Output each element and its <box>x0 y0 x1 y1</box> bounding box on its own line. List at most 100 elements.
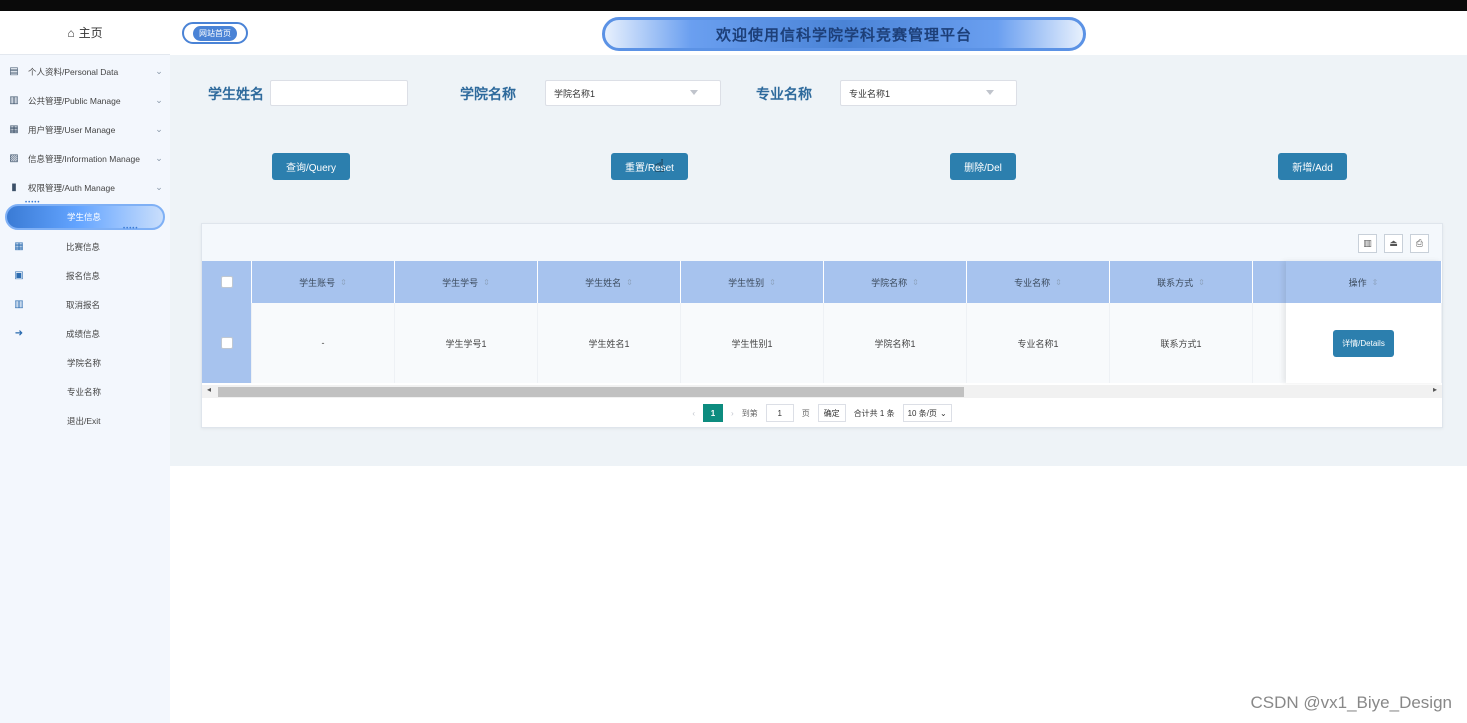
column-header[interactable]: 学生性别 ⇕ <box>681 261 824 303</box>
row-select-cell <box>202 303 252 383</box>
delete-button[interactable]: 删除/Del <box>950 153 1016 180</box>
page-title-banner: 欢迎使用信科学院学科竞赛管理平台 <box>602 17 1086 51</box>
column-header-operation[interactable]: 操作 ⇕ <box>1286 261 1442 303</box>
dropdown-arrow-icon <box>986 90 994 95</box>
college-label: 学院名称 <box>460 86 516 102</box>
decor-dots: ••••• <box>25 200 41 206</box>
sidebar-item-competition-info[interactable]: ▦ 比赛信息 <box>0 232 170 261</box>
table-cell: 学生性别1 <box>681 303 824 383</box>
calendar-icon: ▦ <box>14 241 24 252</box>
sidebar-item-major-name[interactable]: 专业名称 <box>0 377 170 406</box>
chevron-down-icon: ⌄ <box>155 153 163 163</box>
column-header[interactable]: 学生账号 ⇕ <box>252 261 395 303</box>
sidebar-home[interactable]: ⌂ 主页 <box>0 11 170 55</box>
column-header[interactable]: 联系方式 ⇕ <box>1110 261 1253 303</box>
table-cell: 专业名称1 <box>967 303 1110 383</box>
sidebar-group-auth-manage[interactable]: ▮ 权限管理/Auth Manage ⌄ <box>0 173 170 202</box>
sidebar-home-label: 主页 <box>78 26 103 40</box>
columns-icon[interactable]: ▥ <box>1358 234 1377 253</box>
sidebar-item-college-name[interactable]: 学院名称 <box>0 348 170 377</box>
chevron-down-icon: ⌄ <box>155 95 163 105</box>
table-cell: - <box>252 303 395 383</box>
table-header: 学生账号 ⇕ 学生学号 ⇕ 学生姓名 ⇕ 学生性别 ⇕ 学院名称 ⇕ 专业名称 ⇕ 联系方式… <box>202 261 1442 303</box>
column-header[interactable]: 学生姓名 ⇕ <box>538 261 681 303</box>
column-header[interactable]: 学院名称 ⇕ <box>824 261 967 303</box>
book-icon: ▥ <box>14 299 24 310</box>
sidebar-group-information-manage[interactable]: ▨ 信息管理/Information Manage ⌄ <box>0 144 170 173</box>
page-size-select[interactable]: 10 条/页 ⌄ <box>902 404 952 422</box>
select-all-cell <box>202 261 252 303</box>
decor-dots: ••••• <box>123 226 139 232</box>
sidebar-group-public-manage[interactable]: ▥ 公共管理/Public Manage ⌄ <box>0 86 170 115</box>
scrollbar-thumb[interactable] <box>218 387 964 397</box>
export-icon[interactable]: ⏏ <box>1384 234 1403 253</box>
sidebar-item-cancel-registration[interactable]: ▥ 取消报名 <box>0 290 170 319</box>
chevron-down-icon: ⌄ <box>939 408 947 418</box>
goto-page-input[interactable]: 1 <box>765 404 794 422</box>
sort-icon: ⇕ <box>340 277 347 287</box>
calendar-check-icon: ▣ <box>14 270 24 281</box>
window-top-bar <box>0 0 1467 11</box>
operation-column: 操作 ⇕ 详情/Details <box>1286 261 1442 383</box>
page-unit-label: 页 <box>801 408 810 418</box>
chevron-down-icon: ⌄ <box>155 124 163 134</box>
sidebar: ⌂ 主页 ▤ 个人资料/Personal Data ⌄ ▥ 公共管理/Publi… <box>0 11 170 723</box>
sidebar-item-registration-info[interactable]: ▣ 报名信息 <box>0 261 170 290</box>
add-button[interactable]: 新增/Add <box>1278 153 1347 180</box>
student-name-label: 学生姓名 <box>208 86 264 102</box>
details-button[interactable]: 详情/Details <box>1333 329 1394 357</box>
page-number-current[interactable]: 1 <box>703 404 724 422</box>
query-button[interactable]: 查询/Query <box>272 153 350 180</box>
total-count: 合计共 1 条 <box>853 408 895 418</box>
sidebar-item-score-info[interactable]: ➜ 成绩信息 <box>0 319 170 348</box>
column-header[interactable]: 专业名称 ⇕ <box>967 261 1110 303</box>
dropdown-arrow-icon <box>690 90 698 95</box>
sort-icon: ⇕ <box>912 277 919 287</box>
sort-icon: ⇕ <box>769 277 776 287</box>
sort-icon: ⇕ <box>1371 277 1379 287</box>
header: 网站首页 欢迎使用信科学院学科竞赛管理平台 <box>170 11 1467 55</box>
table-card: ▥ ⏏ ⎙ 学生账号 ⇕ 学生学号 ⇕ 学生姓名 ⇕ 学生性别 ⇕ 学院名称 ⇕ 专业名称… <box>201 223 1443 428</box>
mouse-cursor-icon: ☝ <box>654 156 665 176</box>
scroll-left-icon[interactable]: ◂ <box>207 385 211 394</box>
goto-confirm-button[interactable]: 确定 <box>817 404 846 422</box>
main-content: 学生姓名 学院名称 学院名称1 专业名称 专业名称1 查询/Query 重置/R… <box>170 55 1467 466</box>
document-icon: ▤ <box>9 66 19 77</box>
college-select[interactable]: 学院名称1 <box>545 80 721 106</box>
sort-icon: ⇕ <box>1198 277 1205 287</box>
bookmark-icon: ▮ <box>11 182 17 193</box>
student-name-input[interactable] <box>270 80 408 106</box>
pagination: ‹ 1 › 到第 1 页 确定 合计共 1 条 10 条/页 ⌄ <box>202 402 1442 424</box>
clipboard-icon: ▥ <box>9 95 19 106</box>
select-all-checkbox[interactable] <box>220 276 233 288</box>
goto-label: 到第 <box>741 408 758 418</box>
prev-page-icon[interactable]: ‹ <box>692 409 695 418</box>
major-select[interactable]: 专业名称1 <box>840 80 1017 106</box>
sidebar-group-user-manage[interactable]: ▦ 用户管理/User Manage ⌄ <box>0 115 170 144</box>
table-cell: 学生姓名1 <box>538 303 681 383</box>
major-label: 专业名称 <box>756 86 812 102</box>
sort-icon: ⇕ <box>626 277 633 287</box>
print-icon[interactable]: ⎙ <box>1410 234 1429 253</box>
table-cell: 学生学号1 <box>395 303 538 383</box>
logout-arrow-icon: ➜ <box>14 328 24 339</box>
scroll-right-icon[interactable]: ▸ <box>1433 385 1437 394</box>
site-home-link[interactable]: 网站首页 <box>182 22 248 44</box>
sort-icon: ⇕ <box>1055 277 1062 287</box>
table-row: - 学生学号1 学生姓名1 学生性别1 学院名称1 专业名称1 联系方式1 <box>202 303 1442 383</box>
watermark: CSDN @vx1_Biye_Design <box>1250 693 1452 712</box>
chevron-down-icon: ⌄ <box>155 182 163 192</box>
table-cell: 学院名称1 <box>824 303 967 383</box>
next-page-icon[interactable]: › <box>731 409 734 418</box>
horizontal-scrollbar[interactable]: ◂ ▸ <box>202 385 1442 398</box>
row-checkbox[interactable] <box>220 337 233 349</box>
sidebar-group-personal-data[interactable]: ▤ 个人资料/Personal Data ⌄ <box>0 57 170 86</box>
chevron-down-icon: ⌄ <box>155 66 163 76</box>
reset-button[interactable]: 重置/Reset <box>611 153 688 180</box>
operation-cell: 详情/Details <box>1286 303 1442 383</box>
column-header[interactable]: 学生学号 ⇕ <box>395 261 538 303</box>
sidebar-item-student-info[interactable]: ••••• 学生信息 ••••• <box>5 200 165 232</box>
sidebar-item-exit[interactable]: 退出/Exit <box>0 406 170 435</box>
page-title: 欢迎使用信科学院学科竞赛管理平台 <box>715 26 972 44</box>
sort-icon: ⇕ <box>483 277 490 287</box>
